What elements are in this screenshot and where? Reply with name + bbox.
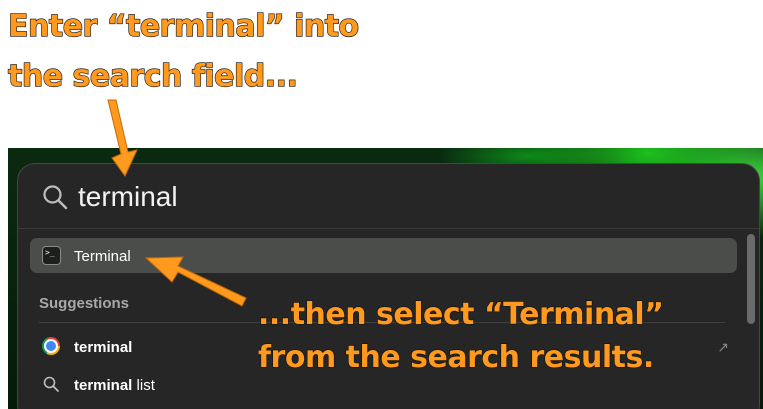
annotation-bottom-line2: from the search results. [257,340,654,375]
arrow-to-terminal-result [144,256,247,307]
annotation-bottom-line1: ...then select “Terminal” [257,297,664,332]
arrow-to-search-field [107,99,138,177]
